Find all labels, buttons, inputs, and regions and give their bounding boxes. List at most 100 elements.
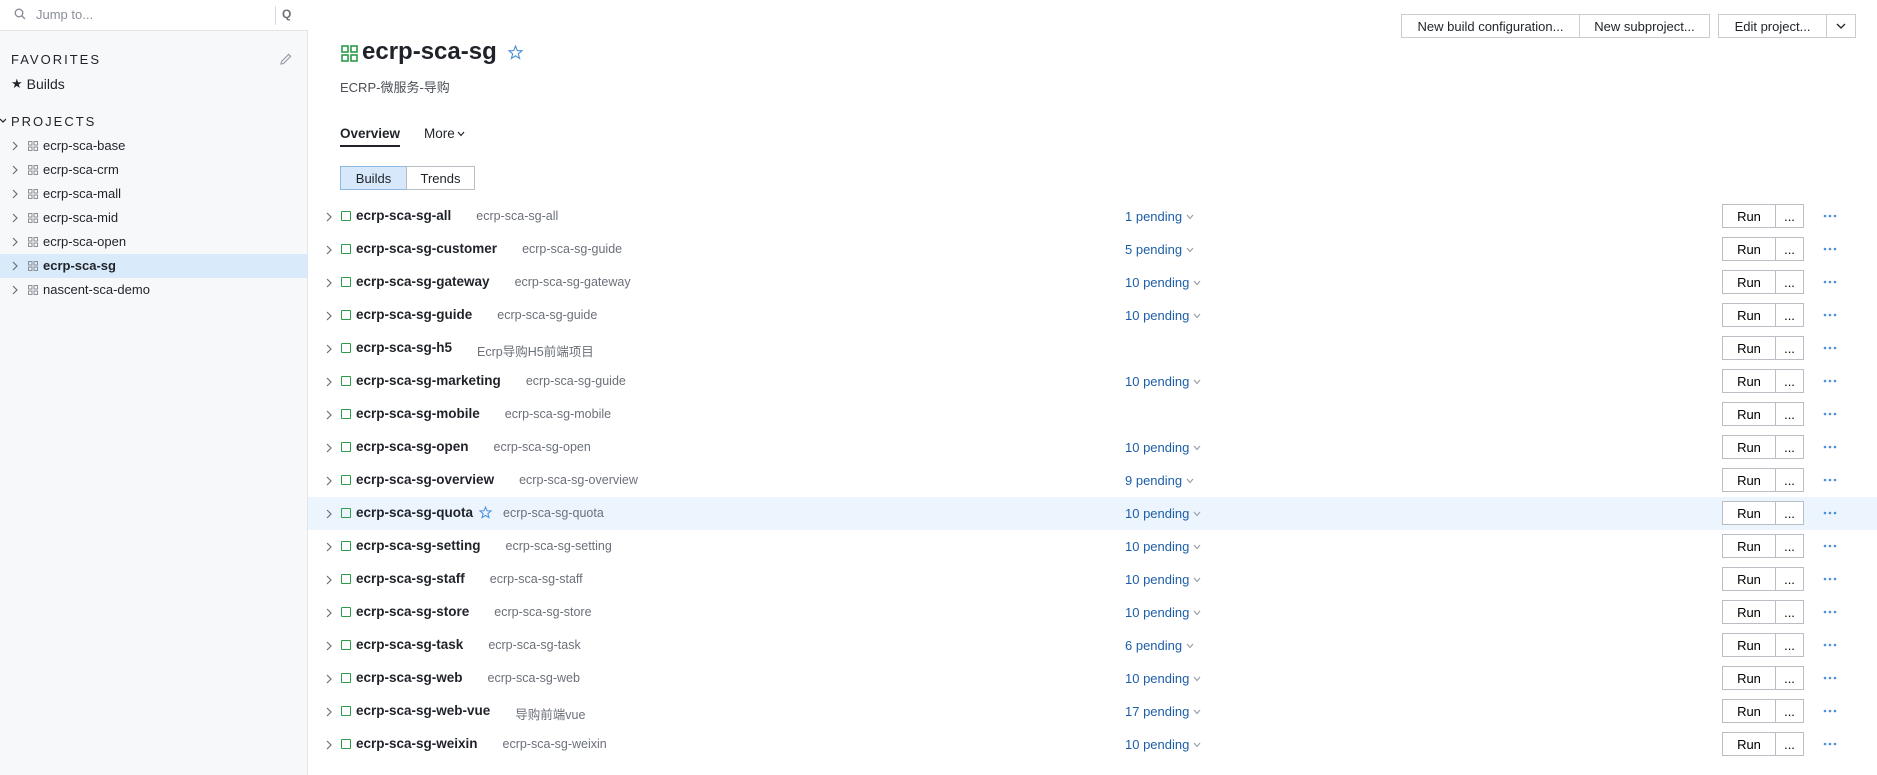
chevron-right-icon[interactable] [11,141,19,151]
view-trends-toggle[interactable]: Trends [406,166,475,190]
chevron-right-icon[interactable] [326,344,332,354]
pending-changes-link[interactable]: 10 pending [1125,671,1201,686]
run-button[interactable]: Run [1722,732,1776,756]
chevron-right-icon[interactable] [11,165,19,175]
more-actions-icon[interactable] [1823,379,1837,383]
sidebar-item-ecrp-sca-base[interactable]: ecrp-sca-base [0,134,307,158]
pending-changes-link[interactable]: 10 pending [1125,605,1201,620]
build-row[interactable]: ecrp-sca-sg-staff ecrp-sca-sg-staff 10 pen… [308,563,1877,596]
pending-changes-link[interactable]: 10 pending [1125,572,1201,587]
chevron-right-icon[interactable] [326,542,332,552]
build-name-link[interactable]: ecrp-sca-sg-h5 [356,340,452,355]
build-row[interactable]: ecrp-sca-sg-overview ecrp-sca-sg-overview… [308,464,1877,497]
more-actions-icon[interactable] [1823,313,1837,317]
pending-changes-link[interactable]: 9 pending [1125,473,1194,488]
chevron-right-icon[interactable] [326,245,332,255]
chevron-right-icon[interactable] [326,509,332,519]
pending-changes-link[interactable]: 10 pending [1125,737,1201,752]
more-actions-icon[interactable] [1823,346,1837,350]
run-button[interactable]: Run [1722,402,1776,426]
chevron-right-icon[interactable] [326,278,332,288]
build-name-link[interactable]: ecrp-sca-sg-guide [356,307,472,322]
run-button[interactable]: Run [1722,666,1776,690]
build-name-link[interactable]: ecrp-sca-sg-customer [356,241,497,256]
edit-favorites-icon[interactable] [279,52,293,66]
build-row[interactable]: ecrp-sca-sg-weixin ecrp-sca-sg-weixin 10 p… [308,728,1877,761]
run-button[interactable]: Run [1722,204,1776,228]
more-actions-icon[interactable] [1823,478,1837,482]
run-button[interactable]: Run [1722,534,1776,558]
build-name-link[interactable]: ecrp-sca-sg-web-vue [356,703,490,718]
more-actions-icon[interactable] [1823,577,1837,581]
run-options-button[interactable]: ... [1775,303,1804,327]
run-button[interactable]: Run [1722,633,1776,657]
build-row[interactable]: ecrp-sca-sg-marketing ecrp-sca-sg-guide 10… [308,365,1877,398]
run-options-button[interactable]: ... [1775,237,1804,261]
tab-more[interactable]: More [424,126,465,141]
sidebar-item-ecrp-sca-mid[interactable]: ecrp-sca-mid [0,206,307,230]
build-row[interactable]: ecrp-sca-sg-all ecrp-sca-sg-all 1 pending R… [308,200,1877,233]
pending-changes-link[interactable]: 1 pending [1125,209,1194,224]
search-input[interactable]: Jump to... [36,7,93,22]
more-actions-icon[interactable] [1823,610,1837,614]
run-button[interactable]: Run [1722,270,1776,294]
run-options-button[interactable]: ... [1775,732,1804,756]
run-options-button[interactable]: ... [1775,402,1804,426]
run-options-button[interactable]: ... [1775,699,1804,723]
build-name-link[interactable]: ecrp-sca-sg-web [356,670,463,685]
more-actions-icon[interactable] [1823,280,1837,284]
build-name-link[interactable]: ecrp-sca-sg-quota [356,505,473,520]
more-actions-icon[interactable] [1823,214,1837,218]
more-actions-icon[interactable] [1823,412,1837,416]
run-button[interactable]: Run [1722,567,1776,591]
build-row[interactable]: ecrp-sca-sg-task ecrp-sca-sg-task 6 pendin… [308,629,1877,662]
build-row[interactable]: ecrp-sca-sg-store ecrp-sca-sg-store 10 pen… [308,596,1877,629]
sidebar-item-ecrp-sca-crm[interactable]: ecrp-sca-crm [0,158,307,182]
sidebar-item-ecrp-sca-mall[interactable]: ecrp-sca-mall [0,182,307,206]
run-options-button[interactable]: ... [1775,600,1804,624]
build-name-link[interactable]: ecrp-sca-sg-mobile [356,406,480,421]
pending-changes-link[interactable]: 6 pending [1125,638,1194,653]
chevron-right-icon[interactable] [326,476,332,486]
run-options-button[interactable]: ... [1775,369,1804,393]
build-name-link[interactable]: ecrp-sca-sg-overview [356,472,494,487]
build-name-link[interactable]: ecrp-sca-sg-staff [356,571,465,586]
build-row[interactable]: ecrp-sca-sg-setting ecrp-sca-sg-setting 10… [308,530,1877,563]
projects-collapse-icon[interactable] [0,116,6,126]
more-actions-icon[interactable] [1823,742,1837,746]
favorite-star-icon[interactable] [479,506,493,519]
favorite-star-icon[interactable] [508,45,523,60]
more-actions-icon[interactable] [1823,511,1837,515]
build-row[interactable]: ecrp-sca-sg-gateway ecrp-sca-sg-gateway 10… [308,266,1877,299]
chevron-right-icon[interactable] [11,261,19,271]
chevron-right-icon[interactable] [11,285,19,295]
run-options-button[interactable]: ... [1775,336,1804,360]
pending-changes-link[interactable]: 10 pending [1125,308,1201,323]
chevron-right-icon[interactable] [326,212,332,222]
favorite-item-builds[interactable]: ★ Builds [11,76,65,92]
build-row[interactable]: ecrp-sca-sg-customer ecrp-sca-sg-guide 5 p… [308,233,1877,266]
chevron-right-icon[interactable] [326,608,332,618]
pending-changes-link[interactable]: 17 pending [1125,704,1201,719]
new-subproject-button[interactable]: New subproject... [1579,14,1710,38]
run-button[interactable]: Run [1722,501,1776,525]
run-options-button[interactable]: ... [1775,204,1804,228]
run-options-button[interactable]: ... [1775,501,1804,525]
run-button[interactable]: Run [1722,303,1776,327]
chevron-right-icon[interactable] [326,311,332,321]
chevron-right-icon[interactable] [326,707,332,717]
chevron-right-icon[interactable] [326,674,332,684]
run-button[interactable]: Run [1722,699,1776,723]
run-button[interactable]: Run [1722,369,1776,393]
build-row[interactable]: ecrp-sca-sg-web-vue 导购前端vue 17 pending Run.… [308,695,1877,728]
tab-overview[interactable]: Overview [340,126,401,147]
sidebar-item-ecrp-sca-open[interactable]: ecrp-sca-open [0,230,307,254]
build-name-link[interactable]: ecrp-sca-sg-task [356,637,463,652]
run-button[interactable]: Run [1722,336,1776,360]
build-name-link[interactable]: ecrp-sca-sg-marketing [356,373,501,388]
build-row[interactable]: ecrp-sca-sg-mobile ecrp-sca-sg-mobile Run.… [308,398,1877,431]
chevron-right-icon[interactable] [326,740,332,750]
chevron-right-icon[interactable] [11,213,19,223]
pending-changes-link[interactable]: 10 pending [1125,275,1201,290]
run-options-button[interactable]: ... [1775,270,1804,294]
